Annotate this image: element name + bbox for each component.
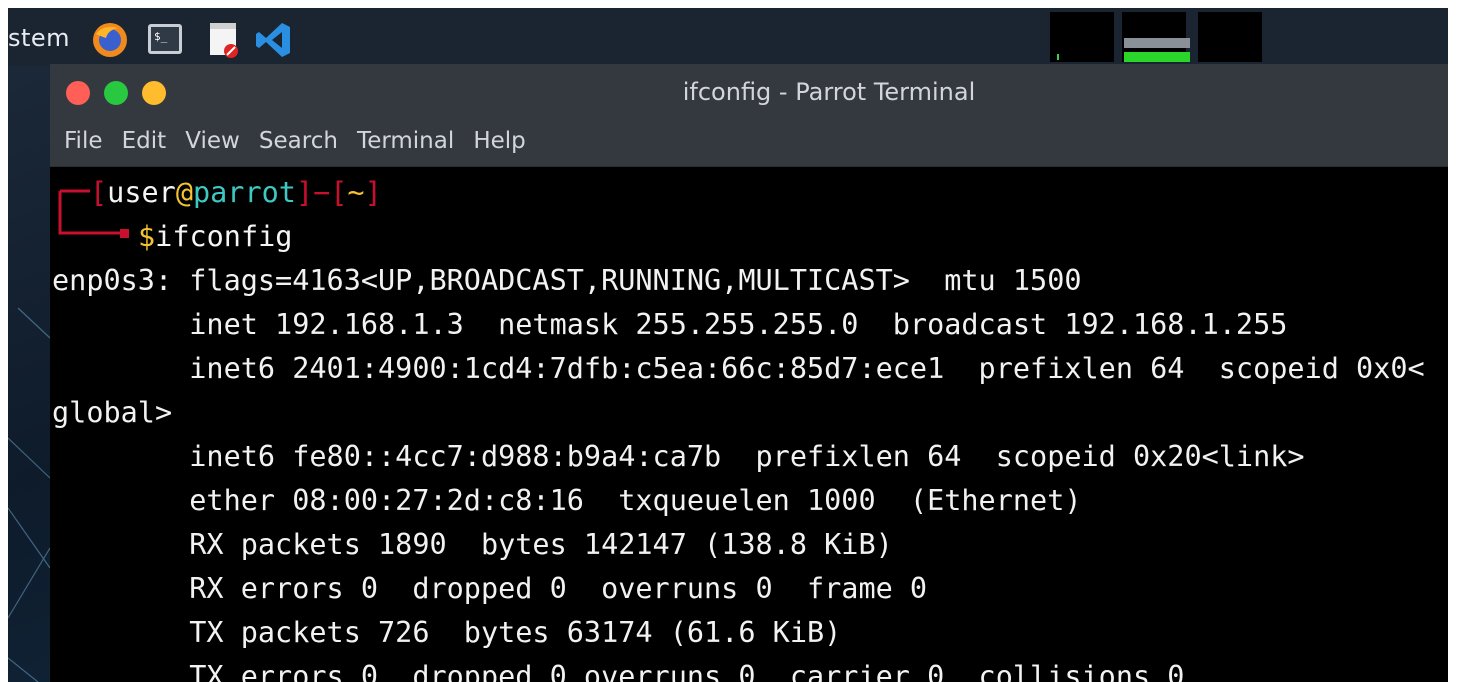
command-line: $ifconfig [138, 215, 292, 259]
terminal-icon[interactable]: $_ [146, 20, 182, 56]
output-line: global> [52, 396, 173, 429]
menu-bar: File Edit View Search Terminal Help [50, 122, 1448, 167]
prompt-at: @ [175, 176, 193, 209]
prompt-close-bracket: ] [364, 176, 382, 209]
panel-label[interactable]: stem [8, 24, 70, 52]
prompt-dollar: $ [138, 220, 156, 253]
firefox-icon[interactable] [90, 20, 127, 57]
prompt-host: parrot [192, 176, 296, 209]
menu-search[interactable]: Search [259, 128, 338, 154]
menu-file[interactable]: File [64, 128, 103, 154]
output-line: inet6 fe80::4cc7:d988:b9a4:ca7b prefixle… [52, 440, 1305, 473]
terminal-window[interactable]: ifconfig - Parrot Terminal File Edit Vie… [50, 64, 1448, 682]
cpu-monitor[interactable] [1050, 12, 1114, 62]
menu-view[interactable]: View [185, 128, 240, 154]
output-line: TX packets 726 bytes 63174 (61.6 KiB) [52, 616, 842, 649]
svg-text:$_: $_ [154, 30, 168, 43]
terminal-output[interactable]: [user@parrot]−[~] $ifconfig enp0s3: flag… [50, 167, 1448, 682]
prompt-dir: ~ [347, 176, 365, 209]
output-line: TX errors 0 dropped 0 overruns 0 carrier… [52, 660, 1185, 682]
prompt-line: [user@parrot]−[~] [90, 171, 382, 215]
prompt-separator: ]−[ [295, 176, 348, 209]
output-line: RX errors 0 dropped 0 overruns 0 frame 0 [52, 572, 928, 605]
menu-help[interactable]: Help [473, 128, 525, 154]
window-title: ifconfig - Parrot Terminal [682, 78, 976, 106]
output-line: inet 192.168.1.3 netmask 255.255.255.0 b… [52, 308, 1288, 341]
network-monitor[interactable] [1198, 12, 1262, 62]
top-panel: stem $_ [8, 8, 1448, 66]
menu-edit[interactable]: Edit [122, 128, 167, 154]
vscode-icon[interactable] [254, 20, 290, 57]
memory-monitor[interactable] [1122, 12, 1190, 62]
prompt-user: user [107, 176, 176, 209]
output-line: enp0s3: flags=4163<UP,BROADCAST,RUNNING,… [52, 264, 1082, 297]
output-line: RX packets 1890 bytes 142147 (138.8 KiB) [52, 528, 893, 561]
menu-terminal[interactable]: Terminal [357, 128, 454, 154]
prompt-open-bracket: [ [90, 176, 108, 209]
text-editor-icon[interactable] [204, 20, 240, 58]
title-bar[interactable]: ifconfig - Parrot Terminal [50, 64, 1448, 122]
output-line: inet6 2401:4900:1cd4:7dfb:c5ea:66c:85d7:… [52, 352, 1425, 385]
command-text: ifconfig [155, 220, 293, 253]
output-line: ether 08:00:27:2d:c8:16 txqueuelen 1000 … [52, 484, 1082, 517]
